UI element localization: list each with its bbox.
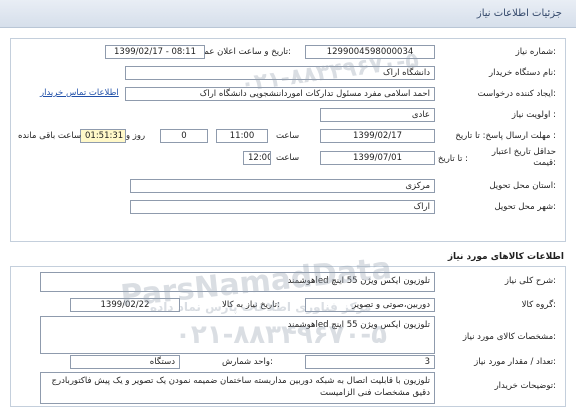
goods-section-title: اطلاعات کالاهای مورد نیاز [447,252,564,262]
province-field: مرکزی [130,179,435,193]
days-field: 0 [160,129,208,143]
need-date-label: تاریخ نیاز به کالا: [222,300,280,310]
validity-label-2: قیمت: [533,158,556,168]
validity-until-label: تا تاریخ : [437,154,468,164]
validity-label-1: حداقل تاریخ اعتبار [491,147,556,157]
deadline-time-label: ساعت [276,131,300,141]
notes-field: تلوزیون با قابلیت اتصال به شبکه دوربین م… [40,372,435,404]
spec-field: تلوزیون ایکس ویژن 55 اینچ ledهوشمند [40,316,435,354]
days-label: روز و [126,131,146,141]
need-date-field: 1399/02/22 [70,298,180,312]
remaining-label: ساعت باقی مانده [18,131,82,141]
priority-field: عادی [320,108,435,122]
unit-field: دستگاه [70,355,180,369]
notes-label: توضیحات خریدار: [494,381,556,391]
need-number-label: شماره نیاز: [515,47,556,57]
group-field: دوربین،صوتی و تصویر [305,298,435,312]
priority-label: اولویت نیاز : [511,110,556,120]
deadline-time-field: 11:00 [216,129,268,143]
summary-field: تلوزیون ایکس ویژن 55 اینچ ledهوشمند [40,272,435,292]
deadline-date-field: 1399/02/17 [320,129,435,143]
validity-time-field: 12:00 [243,151,271,165]
buyer-contact-link[interactable]: اطلاعات تماس خریدار [40,88,119,98]
validity-date-field: 1399/07/01 [320,151,435,165]
page-title: جزئیات اطلاعات نیاز [476,8,562,19]
need-number-field: 1299004598000034 [305,45,435,59]
unit-label: واحد شمارش: [222,357,273,367]
city-label: شهر محل تحویل: [494,202,556,212]
summary-label: شرح کلی نیاز: [504,276,556,286]
deadline-label: مهلت ارسال پاسخ: تا تاریخ : [455,131,556,141]
announce-field: 1399/02/17 - 08:11 [105,45,205,59]
qty-label: تعداد / مقدار مورد نیاز: [474,357,556,367]
spec-label: مشخصات کالای مورد نیاز: [462,332,556,342]
buyer-label: نام دستگاه خریدار: [489,68,556,78]
city-field: اراک [130,200,435,214]
group-label: گروه کالا: [521,300,556,310]
remaining-time-field: 01:51:31 [80,129,126,143]
creator-field: احمد اسلامی مفرد مسئول تداركات امورداننش… [125,87,435,101]
validity-time-label: ساعت [276,153,300,163]
province-label: استان محل تحویل: [489,181,556,191]
buyer-field: دانشگاه اراک [125,66,435,80]
creator-label: ایجاد کننده درخواست: [477,89,556,99]
page-header: جزئیات اطلاعات نیاز [0,0,576,28]
qty-field: 3 [305,355,435,369]
